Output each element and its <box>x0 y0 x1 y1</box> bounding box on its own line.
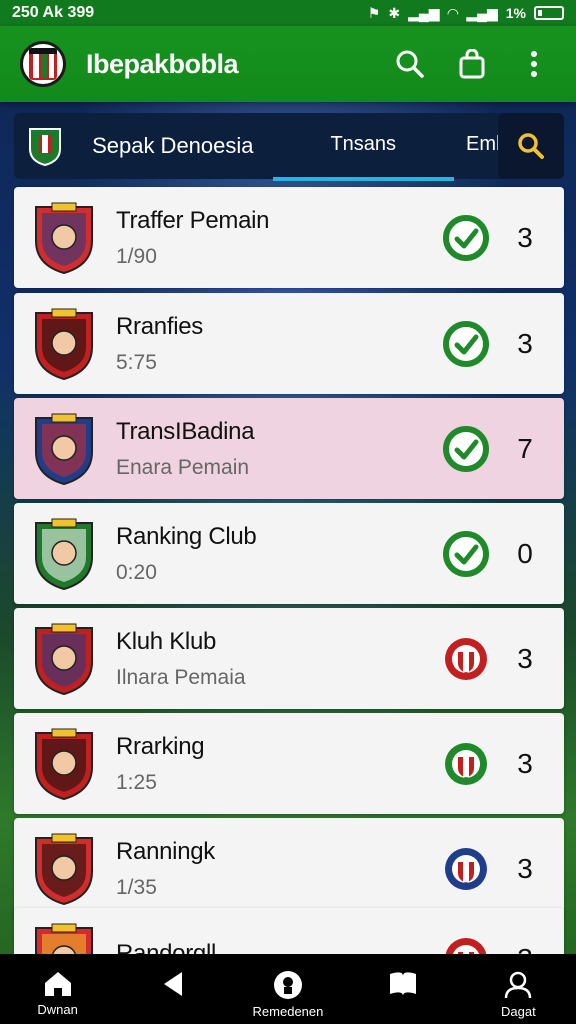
club-crest-icon <box>35 413 93 485</box>
bottom-navigation: Dwnan Remedenen Dagat <box>0 954 576 1024</box>
club-crest-icon <box>35 623 93 695</box>
book-icon <box>390 972 417 996</box>
nav-home[interactable]: Dwnan <box>3 954 113 1018</box>
list-item-subtitle: 1:25 <box>116 770 157 794</box>
list-item-title: Traffer Pemain <box>116 206 270 234</box>
club-badge-icon[interactable] <box>442 845 490 893</box>
list-item-title: Ranking Club <box>116 522 257 550</box>
app-logo <box>20 41 66 87</box>
list-item[interactable]: Ranningk 1/35 3 <box>14 818 564 919</box>
section-title: Sepak Denoesia <box>92 133 254 158</box>
list-item[interactable]: Traffer Pemain 1/90 3 <box>14 187 564 288</box>
list-item-text: Ranningk 1/35 <box>116 838 442 900</box>
club-badge-icon[interactable] <box>442 740 490 788</box>
more-button[interactable] <box>512 42 556 86</box>
nav-book[interactable] <box>348 954 458 1018</box>
list-item[interactable]: Kluh Klub Ilnara Pemaia 3 <box>14 608 564 709</box>
signal-icon: ▂▄▆ <box>408 4 440 21</box>
club-crest-icon <box>35 833 93 905</box>
more-vertical-icon <box>531 51 537 77</box>
search-button[interactable] <box>388 42 432 86</box>
club-crest-icon <box>35 518 93 590</box>
section-header: Sepak Denoesia Tnsans Embeaeo <box>14 113 564 181</box>
list-item-title: Rranfies <box>116 312 203 340</box>
app-bar: Ibepakbobla <box>0 26 576 102</box>
check-status-icon[interactable] <box>442 425 490 473</box>
battery-percent: 1% <box>505 5 526 21</box>
list-item-subtitle: 5:75 <box>116 350 157 374</box>
list-item-subtitle: 1/90 <box>116 244 157 268</box>
status-time: 250 Ak 399 <box>12 4 95 21</box>
list-item-title: TransIBadina <box>116 417 255 445</box>
list-item-subtitle: Ilnara Pemaia <box>116 665 246 689</box>
list-item[interactable]: Ranking Club 0:20 0 <box>14 503 564 604</box>
status-bar: 250 Ak 399 ⚑ ✱ ▂▄▆ ◠ ▂▄▆ 1% <box>0 0 576 26</box>
battery-icon <box>534 6 564 20</box>
club-badge-icon[interactable] <box>442 635 490 683</box>
wifi-icon: ◠ <box>447 4 459 21</box>
list-item-text: Rrarking 1:25 <box>116 733 442 795</box>
status-icons: ⚑ ✱ ▂▄▆ ◠ ▂▄▆ 1% <box>368 5 564 22</box>
back-icon <box>163 972 182 996</box>
list-item-text: TransIBadina Enara Pemain <box>116 418 442 480</box>
club-crest-icon <box>35 728 93 800</box>
list-item-count: 3 <box>517 852 533 884</box>
list-item-count: 3 <box>517 642 533 674</box>
check-status-icon[interactable] <box>442 530 490 578</box>
nav-back[interactable] <box>118 954 228 1018</box>
record-icon <box>273 971 302 999</box>
list-item-count: 3 <box>517 221 533 253</box>
club-crest-icon <box>35 308 93 380</box>
list-item-title: Kluh Klub <box>116 627 217 655</box>
bag-icon <box>459 49 485 79</box>
nav-profile-label: Dagat <box>500 1004 536 1019</box>
section-search-button[interactable] <box>498 113 564 179</box>
list-item-count: 3 <box>517 327 533 359</box>
check-status-icon[interactable] <box>442 320 490 368</box>
signal-icon-2: ▂▄▆ <box>466 4 498 21</box>
nav-record-label: Remedenen <box>252 1004 324 1019</box>
nav-profile[interactable]: Dagat <box>463 954 573 1020</box>
list-item-subtitle: Enara Pemain <box>116 455 250 479</box>
list-item-title: Rrarking <box>116 732 205 760</box>
tab-transfers[interactable]: Tnsans <box>272 113 454 181</box>
list-item[interactable]: Rrarking 1:25 3 <box>14 713 564 814</box>
list-item-count: 3 <box>517 747 533 779</box>
home-icon <box>44 972 71 996</box>
user-icon <box>505 971 532 999</box>
nav-home-label: Dwnan <box>37 1002 78 1017</box>
list-item-subtitle: 0:20 <box>116 560 157 584</box>
check-status-icon[interactable] <box>442 214 490 262</box>
app-title: Ibepakbobla <box>86 48 239 79</box>
nav-record[interactable]: Remedenen <box>233 954 343 1020</box>
list-item-subtitle: 1/35 <box>116 875 157 899</box>
list-item-title: Ranningk <box>116 837 216 865</box>
notification-icon: ⚑ <box>367 4 381 21</box>
list-item-text: Rranfies 5:75 <box>116 313 442 375</box>
list-item-text: Kluh Klub Ilnara Pemaia <box>116 628 442 690</box>
list-item[interactable]: Rranfies 5:75 3 <box>14 293 564 394</box>
league-logo <box>26 125 64 167</box>
list-item-count: 0 <box>517 537 533 569</box>
list-item[interactable]: TransIBadina Enara Pemain 7 <box>14 398 564 499</box>
list-item-count: 7 <box>517 432 533 464</box>
club-crest-icon <box>35 202 93 274</box>
list-item-text: Ranking Club 0:20 <box>116 523 442 585</box>
search-icon <box>518 133 544 159</box>
bluetooth-icon: ✱ <box>388 4 401 21</box>
bag-button[interactable] <box>450 42 494 86</box>
search-icon <box>396 50 424 78</box>
list-item-text: Traffer Pemain 1/90 <box>116 207 442 269</box>
